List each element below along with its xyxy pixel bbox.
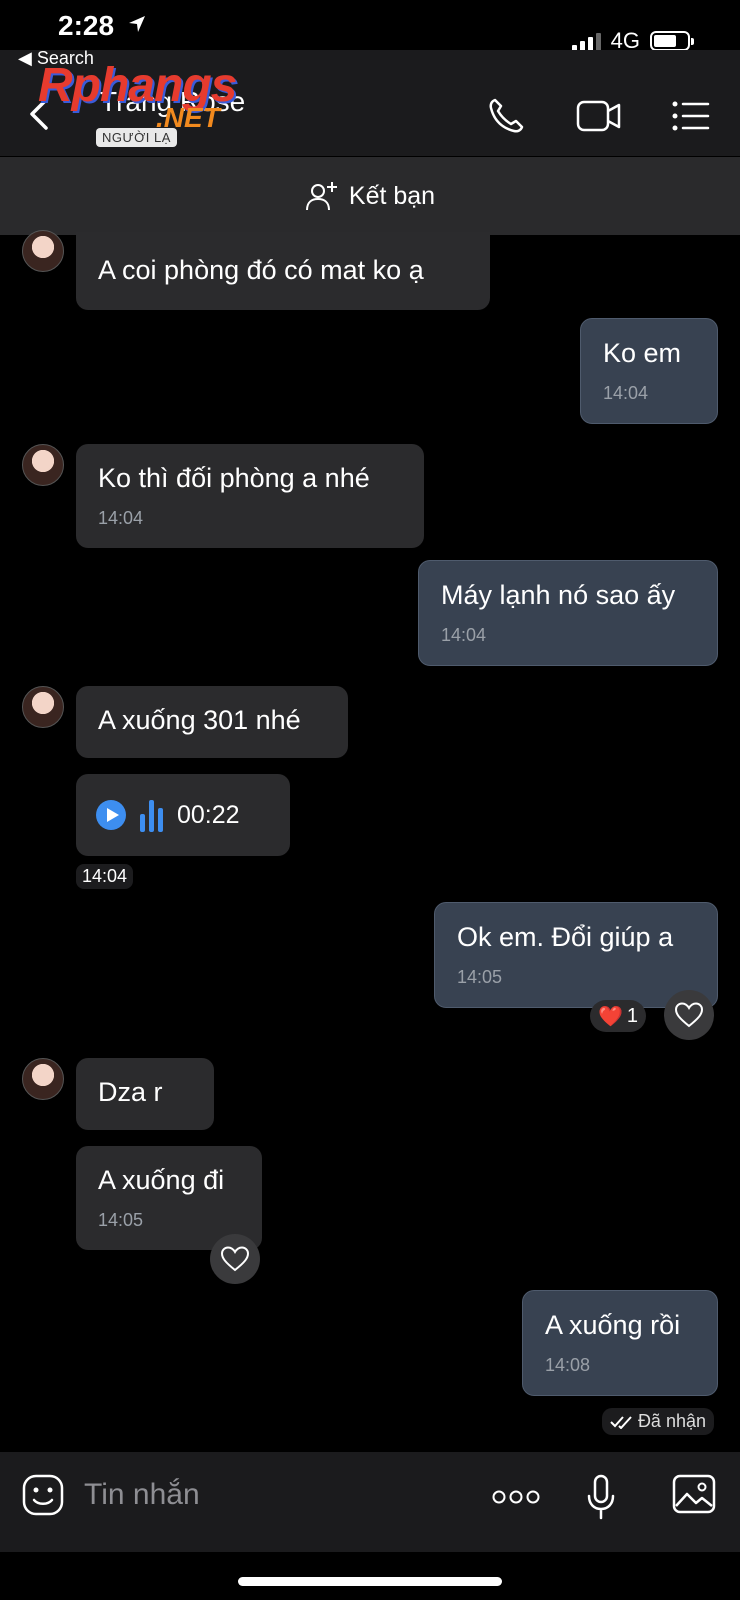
- sticker-icon[interactable]: [22, 1474, 64, 1516]
- location-arrow-icon: [129, 16, 145, 32]
- message-text: Ko thì đối phòng a nhé: [98, 463, 370, 493]
- message-bubble[interactable]: Dza r: [76, 1058, 214, 1131]
- message-text: A xuống rồi: [545, 1310, 681, 1340]
- battery-icon: [650, 31, 694, 51]
- microphone-icon[interactable]: [586, 1474, 616, 1520]
- signal-icon: [571, 31, 601, 51]
- video-call-icon[interactable]: [576, 98, 622, 134]
- play-icon[interactable]: [96, 800, 126, 830]
- message-bubble[interactable]: Ok em. Đổi giúp a 14:05: [434, 902, 718, 1008]
- react-heart-button[interactable]: [664, 990, 714, 1040]
- message-time: 14:04: [603, 383, 649, 404]
- message-input[interactable]: Tin nhắn: [84, 1478, 200, 1512]
- add-user-icon: [305, 182, 337, 211]
- message-bubble[interactable]: A coi phòng đó có mat ko ạ: [76, 232, 490, 311]
- message-time: 14:04: [76, 864, 134, 889]
- heart-outline-icon: [221, 1246, 249, 1272]
- message-text: A coi phòng đó có mat ko ạ: [98, 255, 424, 285]
- message-text: Dza r: [98, 1077, 163, 1107]
- menu-list-icon[interactable]: [672, 100, 710, 132]
- voice-duration: 00:22: [177, 800, 240, 829]
- message-bubble[interactable]: Máy lạnh nó sao ấy 14:04: [418, 560, 718, 666]
- message-time: 14:05: [457, 967, 503, 988]
- message-text: Máy lạnh nó sao ấy: [441, 580, 676, 610]
- message-bubble[interactable]: Ko em 14:04: [580, 318, 718, 424]
- message-time: 14:04: [98, 508, 144, 529]
- status-time: 2:28: [58, 10, 115, 41]
- react-heart-button[interactable]: [210, 1234, 260, 1284]
- message-input-bar: Tin nhắn: [0, 1452, 740, 1552]
- message-time: 14:05: [98, 1210, 144, 1231]
- photo-gallery-icon[interactable]: [672, 1474, 716, 1514]
- message-text: A xuống đi: [98, 1165, 225, 1195]
- message-time: 14:04: [441, 625, 487, 646]
- phone-call-icon[interactable]: [486, 96, 526, 136]
- double-check-icon: [610, 1415, 632, 1429]
- audio-waveform-icon: [140, 798, 163, 832]
- contact-avatar[interactable]: [22, 1058, 64, 1100]
- status-bar: 2:28 4G: [0, 0, 740, 53]
- more-options-icon[interactable]: [492, 1490, 540, 1504]
- message-text: Ok em. Đổi giúp a: [457, 922, 674, 952]
- delivery-status: Đã nhận: [601, 1408, 714, 1435]
- message-bubble[interactable]: A xuống 301 nhé: [76, 686, 348, 759]
- reaction-count: 1: [626, 1004, 639, 1027]
- message-bubble[interactable]: Ko thì đối phòng a nhé 14:04: [76, 444, 424, 548]
- add-friend-button[interactable]: Kết bạn: [0, 157, 740, 235]
- contact-avatar[interactable]: [22, 444, 64, 486]
- message-text: Ko em: [603, 338, 682, 368]
- heart-outline-icon: [675, 1002, 703, 1028]
- home-indicator: [238, 1577, 502, 1586]
- message-time: 14:08: [545, 1355, 591, 1376]
- heart-emoji: ❤️: [598, 1005, 623, 1028]
- message-text: A xuống 301 nhé: [98, 705, 301, 735]
- reaction-badge[interactable]: ❤️ 1: [590, 1000, 647, 1032]
- contact-avatar[interactable]: [22, 230, 64, 272]
- message-bubble[interactable]: A xuống rồi 14:08: [522, 1290, 718, 1396]
- voice-message[interactable]: 00:22: [76, 774, 290, 856]
- watermark-logo: Rphangs .NET: [38, 59, 237, 133]
- chat-header: ◀ Search Trang Rose NGƯỜI LẠ Rphangs .NE…: [0, 48, 740, 156]
- add-friend-label: Kết bạn: [348, 181, 436, 210]
- contact-avatar[interactable]: [22, 686, 64, 728]
